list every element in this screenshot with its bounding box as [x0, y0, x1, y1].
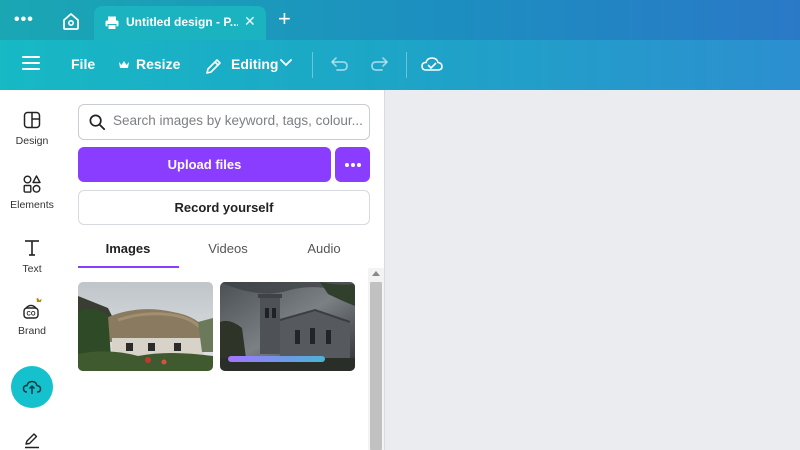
browser-tab-strip: ••• Untitled design - P... ✕ + [0, 0, 800, 40]
chevron-down-icon[interactable] [280, 59, 292, 67]
hamburger-menu-icon[interactable] [22, 56, 40, 72]
left-sidebar: Design Elements Text CO Brand [0, 90, 64, 450]
shapes-icon [23, 175, 41, 193]
editor-toolbar: File Resize Editing [0, 40, 800, 90]
uploads-button[interactable] [11, 366, 53, 408]
upload-files-button[interactable]: Upload files [78, 147, 331, 182]
pencil-icon[interactable] [204, 55, 224, 79]
printer-icon [105, 16, 119, 30]
search-icon [89, 114, 106, 131]
cottage-photo [78, 282, 213, 371]
tab-close-icon[interactable]: ✕ [244, 13, 256, 30]
browser-menu-dots-icon[interactable]: ••• [14, 12, 38, 28]
more-options-button[interactable] [335, 147, 370, 182]
upload-progress-bar [228, 356, 325, 362]
editing-mode-button[interactable]: Editing [231, 56, 278, 72]
tab-audio[interactable]: Audio [274, 241, 374, 256]
design-canvas-area[interactable] [384, 90, 800, 450]
svg-text:CO: CO [27, 312, 36, 318]
sidebar-item-label: Design [15, 135, 49, 147]
tab-title: Untitled design - P... [126, 15, 238, 29]
image-search-box[interactable] [78, 104, 370, 140]
sidebar-item-design[interactable]: Design [0, 110, 64, 147]
resize-button[interactable]: Resize [136, 56, 180, 72]
tab-videos[interactable]: Videos [178, 241, 278, 256]
toolbar-divider [406, 52, 407, 78]
sidebar-item-label: Text [22, 263, 42, 275]
uploaded-image-thumbnail[interactable] [78, 282, 213, 371]
more-dots-icon [345, 163, 349, 167]
sidebar-item-text[interactable]: Text [0, 238, 64, 275]
record-yourself-button[interactable]: Record yourself [78, 190, 370, 225]
uploads-panel: Upload files Record yourself Images Vide… [64, 90, 384, 450]
active-tab-indicator [78, 266, 179, 268]
uploaded-image-thumbnail[interactable] [220, 282, 355, 371]
undo-icon[interactable] [328, 54, 350, 74]
file-menu-button[interactable]: File [71, 56, 95, 72]
brand-icon: CO [23, 298, 42, 319]
scroll-up-arrow-icon[interactable] [372, 271, 380, 276]
sidebar-item-elements[interactable]: Elements [0, 174, 64, 211]
media-tabs: Images Videos Audio [78, 241, 370, 269]
sidebar-item-brand[interactable]: CO Brand [0, 296, 64, 337]
tab-images[interactable]: Images [78, 241, 178, 256]
cloud-upload-icon [22, 380, 42, 394]
sidebar-item-label: Elements [10, 199, 54, 211]
toolbar-divider [312, 52, 313, 78]
panel-scrollbar[interactable] [368, 268, 384, 450]
draw-pen-icon[interactable] [22, 430, 42, 450]
scrollbar-thumb[interactable] [370, 282, 382, 450]
sidebar-item-label: Brand [17, 325, 47, 337]
text-icon [25, 240, 39, 256]
browser-tab-active[interactable]: Untitled design - P... ✕ [94, 6, 266, 40]
home-icon[interactable] [60, 10, 82, 32]
redo-icon[interactable] [369, 54, 391, 74]
search-input[interactable] [113, 113, 363, 128]
layout-icon [23, 111, 41, 129]
cloud-saved-icon[interactable] [420, 53, 444, 75]
new-tab-button[interactable]: + [278, 7, 291, 31]
crown-icon [119, 61, 129, 68]
